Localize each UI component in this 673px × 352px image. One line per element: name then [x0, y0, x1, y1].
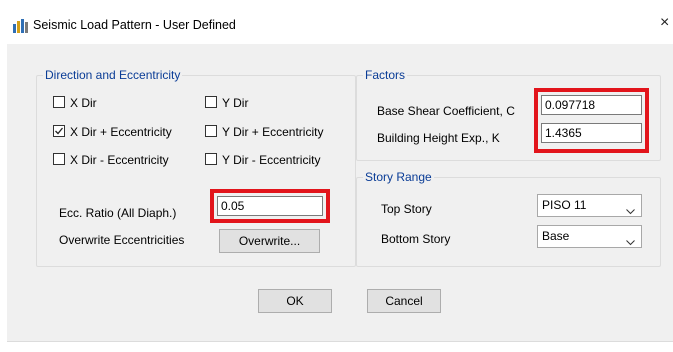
y-dir-ecc-plus-label: Y Dir + Eccentricity	[222, 125, 324, 139]
dialog-bottom-border	[7, 341, 673, 342]
bottom-story-dropdown[interactable]: Base	[537, 225, 642, 248]
title-bar: Seismic Load Pattern - User Defined ×	[0, 0, 673, 44]
height-exp-input[interactable]: 1.4365	[541, 123, 642, 143]
top-story-label: Top Story	[381, 202, 432, 216]
window-title: Seismic Load Pattern - User Defined	[33, 18, 236, 32]
height-exp-label: Building Height Exp., K	[377, 131, 500, 145]
y-dir-checkbox[interactable]	[205, 96, 217, 108]
y-dir-label: Y Dir	[222, 96, 249, 110]
cancel-button[interactable]: Cancel	[367, 289, 441, 313]
x-dir-ecc-plus-checkbox[interactable]	[53, 125, 65, 137]
x-dir-ecc-minus-label: X Dir - Eccentricity	[70, 153, 169, 167]
ok-button[interactable]: OK	[258, 289, 332, 313]
x-dir-label: X Dir	[70, 96, 97, 110]
close-icon[interactable]: ×	[660, 14, 669, 32]
bottom-story-value: Base	[542, 229, 570, 243]
group-label-factors: Factors	[363, 68, 408, 82]
x-dir-ecc-minus-checkbox[interactable]	[53, 153, 65, 165]
app-icon	[13, 19, 29, 33]
overwrite-eccentricities-label: Overwrite Eccentricities	[59, 233, 185, 247]
y-dir-ecc-plus-checkbox[interactable]	[205, 125, 217, 137]
ecc-ratio-input[interactable]: 0.05	[217, 196, 323, 216]
chevron-down-icon	[626, 203, 635, 220]
y-dir-ecc-minus-checkbox[interactable]	[205, 153, 217, 165]
checkmark-icon	[55, 127, 64, 135]
x-dir-ecc-plus-label: X Dir + Eccentricity	[70, 125, 172, 139]
overwrite-button[interactable]: Overwrite...	[219, 229, 320, 253]
chevron-down-icon	[626, 234, 635, 251]
ecc-ratio-label: Ecc. Ratio (All Diaph.)	[59, 206, 177, 220]
base-shear-input[interactable]: 0.097718	[541, 95, 642, 115]
bottom-story-label: Bottom Story	[381, 232, 451, 246]
story-range-group: Story Range	[356, 170, 661, 267]
x-dir-checkbox[interactable]	[53, 96, 65, 108]
top-story-value: PISO 11	[542, 198, 587, 212]
dialog-body: Direction and Eccentricity X Dir Y Dir X…	[7, 44, 673, 342]
top-story-dropdown[interactable]: PISO 11	[537, 194, 642, 217]
y-dir-ecc-minus-label: Y Dir - Eccentricity	[222, 153, 321, 167]
group-label-story-range: Story Range	[363, 170, 434, 184]
group-label-direction: Direction and Eccentricity	[43, 68, 183, 82]
base-shear-label: Base Shear Coefficient, C	[377, 104, 515, 118]
